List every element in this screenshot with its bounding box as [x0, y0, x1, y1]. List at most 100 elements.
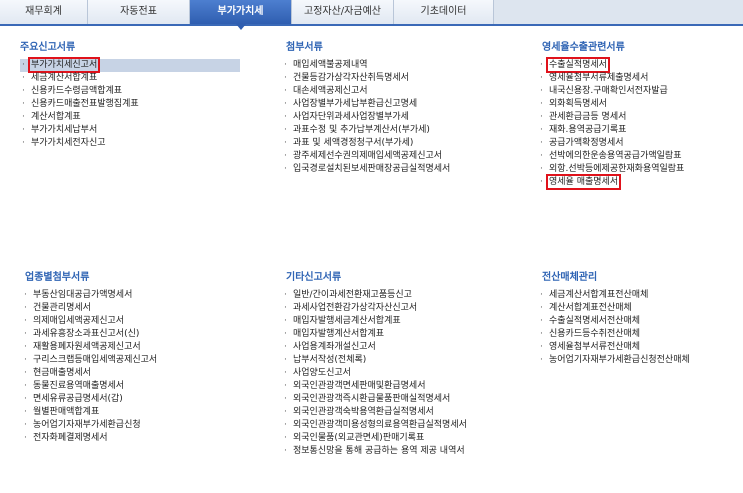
bullet-icon: · [540, 303, 543, 313]
section-title-electronic-media: 전산매체관리 [542, 272, 598, 283]
menu-item-industry[interactable]: · 의제매입세액공제신고서 [22, 315, 252, 328]
menu-item-zero-rate[interactable]: · 내국신용장.구매확인서전자발급 [538, 85, 738, 98]
menu-item-industry[interactable]: · 부동산임대공급가액명세서 [22, 289, 252, 302]
menu-item-zero-rate[interactable]: · 영세율첨부서류제출명세서 [538, 72, 738, 85]
bullet-icon: · [284, 394, 287, 404]
bullet-icon: · [22, 125, 25, 135]
bullet-icon: · [540, 329, 543, 339]
bullet-icon: · [284, 86, 287, 96]
menu-item-tax-invoice-summary[interactable]: · 세금계산서합계표 [20, 72, 240, 85]
menu-item-industry[interactable]: · 농어업기자재부가세환급신청 [22, 419, 252, 432]
list-zero-rate: · 수출실적명세서 · 영세율첨부서류제출명세서 · 내국신용장.구매확인서전자발급 … [538, 57, 738, 190]
bullet-icon: · [22, 86, 25, 96]
menu-item-industry[interactable]: · 면세유류공급명세서(갑) [22, 393, 252, 406]
tab-vat[interactable]: 부가가치세 [190, 0, 292, 30]
tab-fixed-assets-budget[interactable]: 고정자산/자금예산 [292, 0, 394, 24]
menu-item-electronic-media[interactable]: · 수출실적명세서전산매체 [538, 315, 738, 328]
menu-item-zero-rate[interactable]: · 외항.선박등에제공한재화용역일람표 [538, 163, 738, 176]
tab-auto-voucher[interactable]: 자동전표 [88, 0, 190, 24]
menu-item-attached[interactable]: · 건물등감가상각자산취득명세서 [282, 72, 527, 85]
menu-item-other[interactable]: · 매입자발행세금계산서합계표 [282, 315, 532, 328]
menu-item-other[interactable]: · 외국인관광객미용성형의료용역환급실적명세서 [282, 419, 532, 432]
menu-item-other[interactable]: · 매입자발행계산서합계표 [282, 328, 532, 341]
menu-item-export-performance[interactable]: · 수출실적명세서 [538, 57, 738, 73]
tab-base-data[interactable]: 기초데이터 [394, 0, 494, 24]
list-other: · 일반/간이과세전환재고품등신고 · 과세사업전환감가상각자산신고서 · 매입자발행… [282, 289, 532, 458]
menu-item-attached[interactable]: · 대손세액공제신고서 [282, 85, 527, 98]
menu-item-zero-rate[interactable]: · 외화획득명세서 [538, 98, 738, 111]
list-main-report: · 부가가치세신고서 · 세금계산서합계표 · 신용카드수령금액합계표 · 신용카드매출… [20, 57, 240, 150]
bullet-icon: · [284, 407, 287, 417]
bullet-icon: · [24, 355, 27, 365]
menu-item-industry[interactable]: · 동물진료용역매출명세서 [22, 380, 252, 393]
menu-item-zero-rate[interactable]: · 선박에의한운송용역공급가액일람표 [538, 150, 738, 163]
bullet-icon: · [24, 407, 27, 417]
menu-item-attached[interactable]: · 광주세제선수권의제매입세액공제신고서 [282, 150, 527, 163]
menu-item-industry[interactable]: · 현금매출명세서 [22, 367, 252, 380]
menu-item-electronic-media[interactable]: · 세금계산서합계표전산매체 [538, 289, 738, 302]
menu-item-other[interactable]: · 외국인물품(외교관면세)판매기록표 [282, 432, 532, 445]
menu-item-industry[interactable]: · 월별판매액합계표 [22, 406, 252, 419]
section-title-main-report: 주요신고서류 [20, 42, 76, 53]
list-industry: · 부동산임대공급가액명세서 · 건물관리명세서 · 의제매입세액공제신고서 · 과세유… [22, 289, 252, 445]
menu-item-electronic-media[interactable]: · 계산서합계표전산매체 [538, 302, 738, 315]
bullet-icon: · [22, 60, 25, 70]
menu-item-other[interactable]: · 정보통신망을 통해 공급하는 용역 제공 내역서 [282, 445, 532, 458]
menu-item-industry[interactable]: · 전자화폐결제명세서 [22, 432, 252, 445]
menu-item-other[interactable]: · 사업양도신고서 [282, 367, 532, 380]
menu-item-industry[interactable]: · 건물관리명세서 [22, 302, 252, 315]
section-title-attached: 첨부서류 [286, 42, 323, 53]
menu-item-zero-rate-sales[interactable]: · 영세율 매출명세서 [538, 174, 738, 190]
menu-item-zero-rate[interactable]: · 공급가액확정명세서 [538, 137, 738, 150]
bullet-icon: · [540, 164, 543, 174]
menu-item-credit-card-receipt-summary[interactable]: · 신용카드수령금액합계표 [20, 85, 240, 98]
tab-financial-accounting[interactable]: 재무회계 [0, 0, 88, 24]
bullet-icon: · [284, 329, 287, 339]
menu-item-other[interactable]: · 외국인관광객면세판매및환급명세서 [282, 380, 532, 393]
menu-item-electronic-media[interactable]: · 농어업기자재부가세환급신청전산매체 [538, 354, 738, 367]
bullet-icon: · [22, 99, 25, 109]
menu-item-industry[interactable]: · 과세유흥장소과표신고서(신) [22, 328, 252, 341]
list-attached: · 매입세액불공제내역 · 건물등감가상각자산취득명세서 · 대손세액공제신고서 · 사… [282, 59, 527, 176]
menu-item-industry[interactable]: · 구리스크랩등매입세액공제신고서 [22, 354, 252, 367]
bullet-icon: · [284, 368, 287, 378]
bullet-icon: · [284, 355, 287, 365]
menu-item-attached[interactable]: · 사업장별부가세납부환급신고명세 [282, 98, 527, 111]
menu-item-other[interactable]: · 외국인관광객숙박용역환급실적명세서 [282, 406, 532, 419]
menu-item-vat-payment-slip[interactable]: · 부가가치세납부서 [20, 124, 240, 137]
bullet-icon: · [284, 303, 287, 313]
bullet-icon: · [284, 151, 287, 161]
bullet-icon: · [540, 290, 543, 300]
bullet-icon: · [24, 381, 27, 391]
menu-item-credit-card-sales-slip[interactable]: · 신용카드매출전표발행집계표 [20, 98, 240, 111]
bullet-icon: · [24, 433, 27, 443]
menu-item-attached[interactable]: · 사업자단위과세사업장별부가세 [282, 111, 527, 124]
menu-item-vat-return[interactable]: · 부가가치세신고서 [20, 57, 240, 73]
menu-item-other[interactable]: · 외국인관광객즉시환급물품판매실적명세서 [282, 393, 532, 406]
menu-item-other[interactable]: · 일반/간이과세전환재고품등신고 [282, 289, 532, 302]
menu-item-attached[interactable]: · 매입세액불공제내역 [282, 59, 527, 72]
bullet-icon: · [284, 290, 287, 300]
menu-item-other[interactable]: · 사업용계좌개설신고서 [282, 341, 532, 354]
section-title-industry: 업종별첨부서류 [25, 272, 90, 283]
bullet-icon: · [284, 164, 287, 174]
bullet-icon: · [284, 342, 287, 352]
menu-item-electronic-media[interactable]: · 신용카드등수취전산매체 [538, 328, 738, 341]
menu-item-zero-rate[interactable]: · 재화.용역공급기록표 [538, 124, 738, 137]
menu-item-attached[interactable]: · 과표수정 및 추가납부계산서(부가세) [282, 124, 527, 137]
bullet-icon: · [540, 73, 543, 83]
menu-item-electronic-media[interactable]: · 영세율첨부서류전산매체 [538, 341, 738, 354]
bullet-icon: · [540, 138, 543, 148]
bullet-icon: · [540, 86, 543, 96]
menu-item-other[interactable]: · 과세사업전환감가상각자산신고서 [282, 302, 532, 315]
menu-item-zero-rate[interactable]: · 관세환급금등 명세서 [538, 111, 738, 124]
bullet-icon: · [284, 60, 287, 70]
menu-item-invoice-summary[interactable]: · 계산서합계표 [20, 111, 240, 124]
bullet-icon: · [284, 316, 287, 326]
menu-item-attached[interactable]: · 입국경로설치된보세판매장공급실적명세서 [282, 163, 527, 176]
menu-item-industry[interactable]: · 재활용폐자원세액공제신고서 [22, 341, 252, 354]
menu-item-other[interactable]: · 납부서작성(전체록) [282, 354, 532, 367]
menu-item-vat-e-filing[interactable]: · 부가가치세전자신고 [20, 137, 240, 150]
menu-item-attached[interactable]: · 과표 및 세액경정청구서(부가세) [282, 137, 527, 150]
bullet-icon: · [24, 290, 27, 300]
